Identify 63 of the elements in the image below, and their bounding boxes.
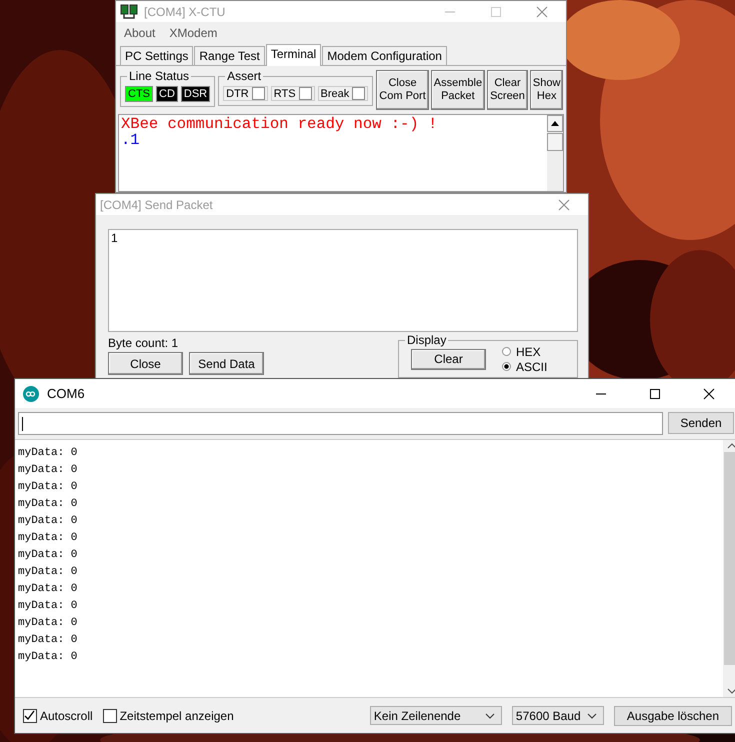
output-line: myData: 0 (18, 633, 78, 648)
status-indicator: CD (156, 86, 178, 102)
output-line: myData: 0 (18, 616, 78, 631)
dialog-button[interactable]: Send Data (189, 352, 264, 375)
output-line: myData: 0 (18, 446, 78, 461)
send-button[interactable]: Senden (668, 412, 734, 434)
output-line: myData: 0 (18, 548, 78, 563)
output-line: myData: 0 (18, 531, 78, 546)
input-field[interactable] (18, 412, 663, 435)
output-line: myData: 0 (18, 650, 78, 665)
output-line: myData: 0 (18, 565, 78, 580)
tab[interactable]: PC Settings (120, 46, 194, 65)
autoscroll-checkbox[interactable]: Autoscroll (23, 708, 93, 722)
output-line: myData: 0 (18, 582, 78, 597)
scroll-up-icon[interactable] (726, 443, 735, 449)
output-line: myData: 0 (18, 599, 78, 614)
scrollbar[interactable] (547, 115, 563, 191)
toolbar-button[interactable]: Show Hex (530, 70, 564, 110)
byte-count: Byte count: 1 (108, 336, 180, 350)
output-line: myData: 0 (18, 497, 78, 512)
packet-text-area[interactable]: 1 (108, 229, 578, 332)
app-icon (23, 386, 39, 402)
group-label: Line Status (127, 69, 192, 83)
assert-checkbox[interactable]: DTR (223, 86, 268, 101)
chevron-down-icon (484, 712, 495, 718)
toolbar-button[interactable]: Assemble Packet (430, 70, 486, 110)
dialog-button[interactable]: Close (108, 352, 183, 375)
terminal-line: .1 (121, 132, 141, 148)
assert-checkbox[interactable]: Break (318, 86, 368, 101)
toolbar-button[interactable]: Close Com Port (376, 70, 429, 110)
tab[interactable]: Terminal (266, 44, 322, 66)
radio-option[interactable]: ASCII (502, 360, 548, 374)
toolbar-button[interactable]: Clear Screen (487, 70, 528, 110)
timestamp-checkbox[interactable]: Zeitstempel anzeigen (102, 708, 234, 722)
radio-option[interactable]: HEX (502, 344, 548, 358)
tab[interactable]: Range Test (194, 46, 265, 65)
window-title: [COM4] X-CTU (144, 4, 226, 18)
scroll-down-icon[interactable] (726, 688, 735, 694)
app-icon (120, 2, 138, 20)
output-line: myData: 0 (18, 480, 78, 495)
window-title: COM6 (47, 386, 86, 401)
menu-item[interactable]: About (124, 26, 156, 40)
clear-button[interactable]: Clear (411, 348, 486, 370)
status-indicator: CTS (125, 86, 153, 102)
assert-checkbox[interactable]: RTS (270, 86, 315, 101)
output-line: myData: 0 (18, 463, 78, 478)
terminal-line: XBee communication ready now :-) ! (121, 116, 438, 132)
group-label: Display (405, 333, 448, 347)
baud-dropdown[interactable]: 57600 Baud (512, 706, 604, 725)
tab[interactable]: Modem Configuration (322, 46, 447, 65)
output-line: myData: 0 (18, 514, 78, 529)
scroll-up-icon[interactable] (551, 121, 559, 126)
chevron-down-icon (586, 712, 597, 718)
scroll-thumb[interactable] (724, 452, 735, 665)
scrollbar[interactable] (723, 440, 735, 697)
window-title: [COM4] Send Packet (100, 198, 214, 212)
scroll-thumb[interactable] (547, 133, 563, 151)
status-indicator: DSR (180, 86, 210, 102)
clear-output-button[interactable]: Ausgabe löschen (614, 706, 732, 726)
group-label: Assert (225, 69, 264, 83)
menu-item[interactable]: XModem (169, 26, 218, 40)
check-icon (24, 710, 35, 720)
line-ending-dropdown[interactable]: Kein Zeilenende (370, 706, 502, 725)
